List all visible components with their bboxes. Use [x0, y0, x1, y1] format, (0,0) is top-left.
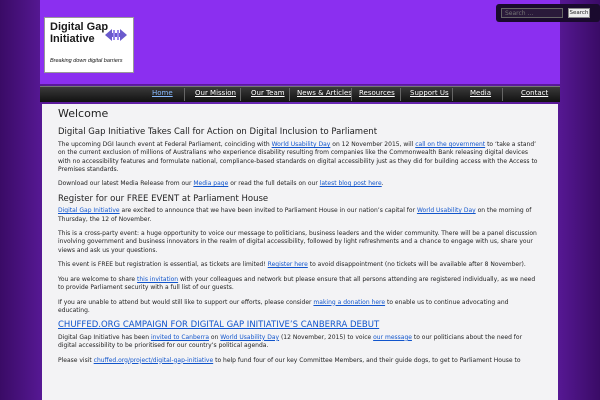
search-input[interactable] [501, 8, 563, 18]
nav-divider [502, 88, 503, 101]
text: to avoid disappointment (no tickets will… [307, 261, 526, 269]
nav-divider [351, 88, 352, 101]
link-this-invitation[interactable]: this invitation [137, 276, 178, 283]
paragraph: You are welcome to share this invitation… [58, 276, 542, 293]
text: Digital Gap Initiative has been [58, 333, 151, 341]
link-register-here[interactable]: Register here [268, 261, 308, 268]
link-make-donation[interactable]: making a donation here [313, 299, 385, 306]
nav-divider [452, 88, 453, 101]
text: or read the full details on our [228, 180, 320, 188]
nav-our-mission[interactable]: Our Mission [195, 89, 236, 97]
main-content: Welcome Digital Gap Initiative Takes Cal… [42, 104, 558, 400]
logo-title: Digital Gap Initiative [50, 21, 109, 45]
text: If you are unable to attend but would st… [58, 298, 314, 306]
nav-our-team[interactable]: Our Team [251, 89, 285, 97]
paragraph: The upcoming DGI launch event at Federal… [58, 141, 542, 175]
text: Download our latest Media Release from o… [58, 180, 194, 188]
nav-resources[interactable]: Resources [359, 89, 395, 97]
link-invited-to-canberra[interactable]: invited to Canberra [151, 334, 209, 341]
page-title: Welcome [58, 107, 109, 120]
nav-support-us[interactable]: Support Us [410, 89, 449, 97]
link-our-message[interactable]: our message [373, 334, 412, 341]
nav-news-articles[interactable]: News & Articles [297, 89, 352, 97]
site-logo[interactable]: Digital Gap Initiative Breaking down dig… [44, 17, 134, 73]
nav-divider [400, 88, 401, 101]
nav-divider [240, 88, 241, 101]
link-media-page[interactable]: Media page [193, 180, 228, 187]
link-chuffed-project[interactable]: chuffed.org/project/digital-gap-initiati… [94, 357, 214, 364]
text: This event is FREE but registration is e… [58, 261, 268, 269]
text: Please visit [58, 356, 94, 364]
link-world-usability-day[interactable]: World Usability Day [220, 334, 279, 341]
section-title-digital-inclusion: Digital Gap Initiative Takes Call for Ac… [58, 127, 378, 138]
text: You are welcome to share [58, 275, 138, 283]
paragraph: This event is FREE but registration is e… [58, 261, 542, 269]
paragraph: This is a cross-party event: a huge oppo… [58, 230, 537, 254]
nav-media[interactable]: Media [470, 89, 491, 97]
paragraph: Digital Gap Initiative has been invited … [58, 334, 542, 351]
paragraph: Digital Gap Initiative are excited to an… [58, 207, 542, 224]
text: on 12 November 2015, will [330, 140, 416, 148]
paragraph: Please visit chuffed.org/project/digital… [58, 357, 542, 365]
nav-home[interactable]: Home [152, 89, 173, 97]
nav-contact[interactable]: Contact [521, 89, 548, 97]
link-latest-blog-post[interactable]: latest blog post here [320, 180, 382, 187]
nav-divider [184, 88, 185, 101]
nav-divider [289, 88, 290, 101]
text: (12 November, 2015) to voice [279, 333, 374, 341]
text: . [381, 180, 384, 188]
section-title-register: Register for our FREE EVENT at Parliamen… [58, 193, 269, 204]
text: are excited to announce that we have bee… [119, 207, 417, 215]
text: on [209, 333, 221, 341]
link-world-usability-day[interactable]: World Usability Day [417, 207, 476, 214]
logo-tagline: Breaking down digital barriers [50, 58, 123, 64]
text: The upcoming DGI launch event at Federal… [58, 140, 272, 148]
link-digital-gap-initiative[interactable]: Digital Gap Initiative [58, 207, 120, 214]
text: to help fund four of our key Committee M… [213, 356, 521, 364]
main-nav: Home Our Mission Our Team News & Article… [40, 86, 560, 102]
link-call-on-government[interactable]: call on the government [415, 141, 485, 148]
paragraph: If you are unable to attend but would st… [58, 299, 542, 316]
paragraph: Download our latest Media Release from o… [58, 180, 542, 188]
link-world-usability-day[interactable]: World Usability Day [272, 141, 331, 148]
logo-mark-icon [105, 29, 127, 41]
search-button[interactable]: Search [568, 8, 590, 18]
section-title-chuffed-campaign[interactable]: CHUFFED.ORG CAMPAIGN FOR DIGITAL GAP INI… [58, 321, 542, 330]
